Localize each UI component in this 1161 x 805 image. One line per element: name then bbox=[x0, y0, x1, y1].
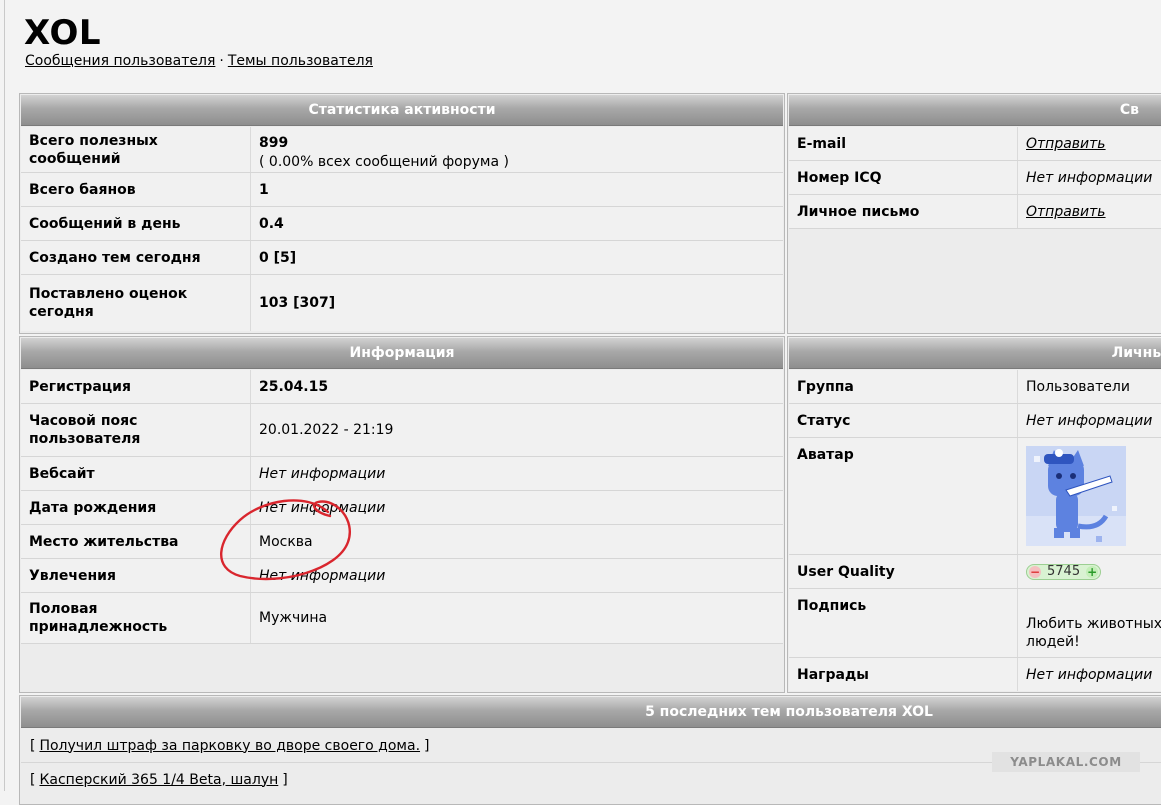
send-email-link[interactable]: Отправить bbox=[1026, 135, 1106, 153]
contact-row-pm: Личное письмо Отправить bbox=[789, 195, 1161, 229]
personal-label: Аватар bbox=[797, 447, 854, 463]
personal-value: Нет информации bbox=[1026, 666, 1153, 683]
personal-row-status: Статус Нет информации bbox=[789, 404, 1161, 438]
info-label: Половая принадлежность bbox=[29, 601, 168, 635]
stat-value: 0.4 bbox=[259, 215, 284, 232]
personal-row-group: Группа Пользователи bbox=[789, 370, 1161, 404]
info-row-birthday: Дата рождения Нет информации bbox=[21, 491, 783, 525]
contact-value: Нет информации bbox=[1026, 169, 1153, 186]
stat-value: 0 [5] bbox=[259, 249, 297, 266]
personal-label: Подпись bbox=[797, 598, 867, 614]
info-label: Вебсайт bbox=[29, 465, 95, 482]
contact-row-icq: Номер ICQ Нет информации bbox=[789, 161, 1161, 195]
info-label: Регистрация bbox=[29, 378, 131, 395]
personal-value: Нет информации bbox=[1026, 412, 1153, 429]
contact-row-email: E-mail Отправить bbox=[789, 127, 1161, 161]
avatar-cell bbox=[1026, 438, 1126, 554]
personal-header: Личны bbox=[789, 338, 1161, 369]
rate-up-button[interactable]: + bbox=[1086, 565, 1099, 578]
info-row-website: Вебсайт Нет информации bbox=[21, 457, 783, 491]
user-posts-link[interactable]: Сообщения пользователя bbox=[25, 53, 215, 69]
info-row-gender: Половая принадлежность Мужчина bbox=[21, 593, 783, 644]
signature-line-1: Любить животных bbox=[1026, 616, 1161, 632]
user-quality-widget: − 5745 + bbox=[1026, 563, 1102, 580]
personal-row-avatar: Аватар bbox=[789, 438, 1161, 555]
info-row-timezone: Часовой пояс пользователя 20.01.2022 - 2… bbox=[21, 404, 783, 457]
activity-stats-header: Статистика активности bbox=[21, 95, 783, 126]
rate-down-button[interactable]: − bbox=[1029, 565, 1041, 578]
info-value: Мужчина bbox=[259, 610, 328, 626]
info-label: Место жительства bbox=[29, 533, 179, 550]
information-panel: Информация Регистрация 25.04.15 Часовой … bbox=[19, 336, 785, 693]
last-topics-header: 5 последних тем пользователя XOL bbox=[21, 697, 1161, 728]
stat-label: Поставлено оценок сегодня bbox=[29, 286, 188, 320]
send-pm-link[interactable]: Отправить bbox=[1026, 203, 1106, 221]
contact-label: Номер ICQ bbox=[797, 169, 882, 186]
personal-row-signature: Подпись Любить животных людей! bbox=[789, 589, 1161, 658]
personal-row-awards: Награды Нет информации bbox=[789, 658, 1161, 691]
personal-label: Группа bbox=[797, 378, 854, 395]
bracket-close: ] bbox=[424, 737, 430, 754]
profile-links: Сообщения пользователя · Темы пользователя bbox=[25, 53, 373, 69]
info-row-hobbies: Увлечения Нет информации bbox=[21, 559, 783, 593]
information-header: Информация bbox=[21, 338, 783, 369]
signature-line-2: людей! bbox=[1026, 634, 1080, 650]
stat-value: 1 bbox=[259, 181, 269, 198]
topic-link[interactable]: Касперский 365 1/4 Beta, шалун bbox=[39, 772, 278, 788]
stat-row-bayans: Всего баянов 1 bbox=[21, 173, 783, 207]
avatar[interactable] bbox=[1026, 446, 1126, 546]
stat-row-posts-per-day: Сообщений в день 0.4 bbox=[21, 207, 783, 241]
link-separator: · bbox=[219, 53, 224, 69]
contacts-panel: Св E-mail Отправить Номер ICQ Нет информ… bbox=[787, 93, 1161, 334]
topic-row: [ Получил штраф за парковку во дворе сво… bbox=[21, 729, 1161, 763]
info-value: 20.01.2022 - 21:19 bbox=[259, 422, 394, 438]
user-quality-cell: − 5745 + bbox=[1026, 555, 1102, 588]
contacts-header: Св bbox=[789, 95, 1161, 126]
personal-label: Статус bbox=[797, 412, 851, 429]
info-row-registration: Регистрация 25.04.15 bbox=[21, 370, 783, 404]
personal-label: Награды bbox=[797, 666, 869, 683]
yaplakal-watermark: YAPLAKAL.COM bbox=[992, 752, 1140, 772]
personal-panel: Личны Группа Пользователи Статус Нет инф… bbox=[787, 336, 1161, 693]
activity-stats-panel: Статистика активности Всего полезных соо… bbox=[19, 93, 785, 334]
personal-label: User Quality bbox=[797, 563, 895, 580]
stat-label: Сообщений в день bbox=[29, 215, 181, 232]
topic-row: [ Касперский 365 1/4 Beta, шалун ] bbox=[21, 763, 1161, 796]
contact-label: Личное письмо bbox=[797, 203, 920, 220]
info-label: Дата рождения bbox=[29, 499, 157, 516]
personal-row-user-quality: User Quality − 5745 + bbox=[789, 555, 1161, 589]
topic-link[interactable]: Получил штраф за парковку во дворе своег… bbox=[39, 738, 420, 754]
stat-label: Создано тем сегодня bbox=[29, 249, 201, 266]
username-title: XOL bbox=[24, 13, 102, 53]
stat-value-percent: ( 0.00% всех сообщений форума ) bbox=[259, 154, 509, 170]
stat-label: Всего баянов bbox=[29, 181, 136, 198]
stat-row-ratings-today: Поставлено оценок сегодня 103 [307] bbox=[21, 275, 783, 331]
user-topics-link[interactable]: Темы пользователя bbox=[228, 53, 373, 69]
bracket-close: ] bbox=[282, 771, 288, 788]
stat-label: Всего полезных сообщений bbox=[29, 132, 158, 167]
personal-value: Пользователи bbox=[1026, 378, 1130, 395]
last-topics-panel: 5 последних тем пользователя XOL [ Получ… bbox=[19, 695, 1161, 805]
info-label: Часовой пояс пользователя bbox=[29, 413, 141, 447]
info-value: Нет информации bbox=[259, 465, 386, 482]
contact-label: E-mail bbox=[797, 135, 847, 152]
user-quality-value: 5745 bbox=[1047, 563, 1081, 579]
red-scribble-annotation bbox=[220, 499, 351, 581]
stat-value: 103 [307] bbox=[259, 295, 336, 311]
stat-row-useful-posts: Всего полезных сообщений 899 ( 0.00% все… bbox=[21, 127, 783, 173]
page-edge-line bbox=[4, 0, 5, 791]
info-label: Увлечения bbox=[29, 567, 116, 584]
stat-value: 899 bbox=[259, 135, 289, 151]
stat-row-topics-today: Создано тем сегодня 0 [5] bbox=[21, 241, 783, 275]
info-row-location: Место жительства Москва bbox=[21, 525, 783, 559]
info-value: 25.04.15 bbox=[259, 378, 329, 395]
